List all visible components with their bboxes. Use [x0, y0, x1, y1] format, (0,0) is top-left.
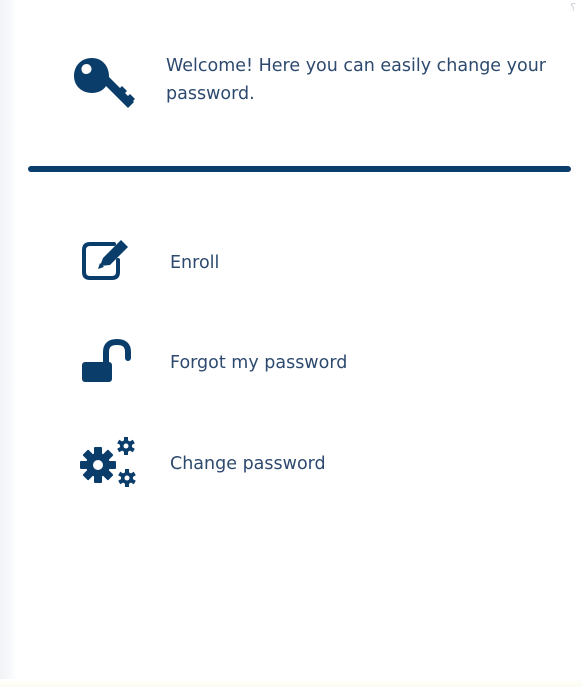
menu-label-change-password: Change password — [170, 454, 326, 474]
menu-label-enroll: Enroll — [170, 253, 220, 273]
welcome-message: Welcome! Here you can easily change your… — [166, 56, 546, 104]
corner-mark-icon: ⸮ — [570, 1, 576, 14]
menu-item-forgot-password[interactable]: Forgot my password — [76, 338, 536, 392]
password-portal-page: ⸮ Welcome! Here you can easily change yo… — [0, 0, 582, 687]
key-icon — [72, 52, 138, 110]
edit-square-icon — [76, 236, 142, 290]
menu-label-forgot-password: Forgot my password — [170, 353, 348, 373]
unlocked-padlock-icon — [76, 338, 142, 392]
gears-icon — [76, 436, 142, 490]
left-edge-shadow — [0, 0, 16, 687]
header-divider — [28, 166, 571, 172]
menu-item-change-password[interactable]: Change password — [76, 436, 536, 490]
bottom-strip — [0, 679, 582, 687]
menu-item-enroll[interactable]: Enroll — [76, 236, 536, 290]
